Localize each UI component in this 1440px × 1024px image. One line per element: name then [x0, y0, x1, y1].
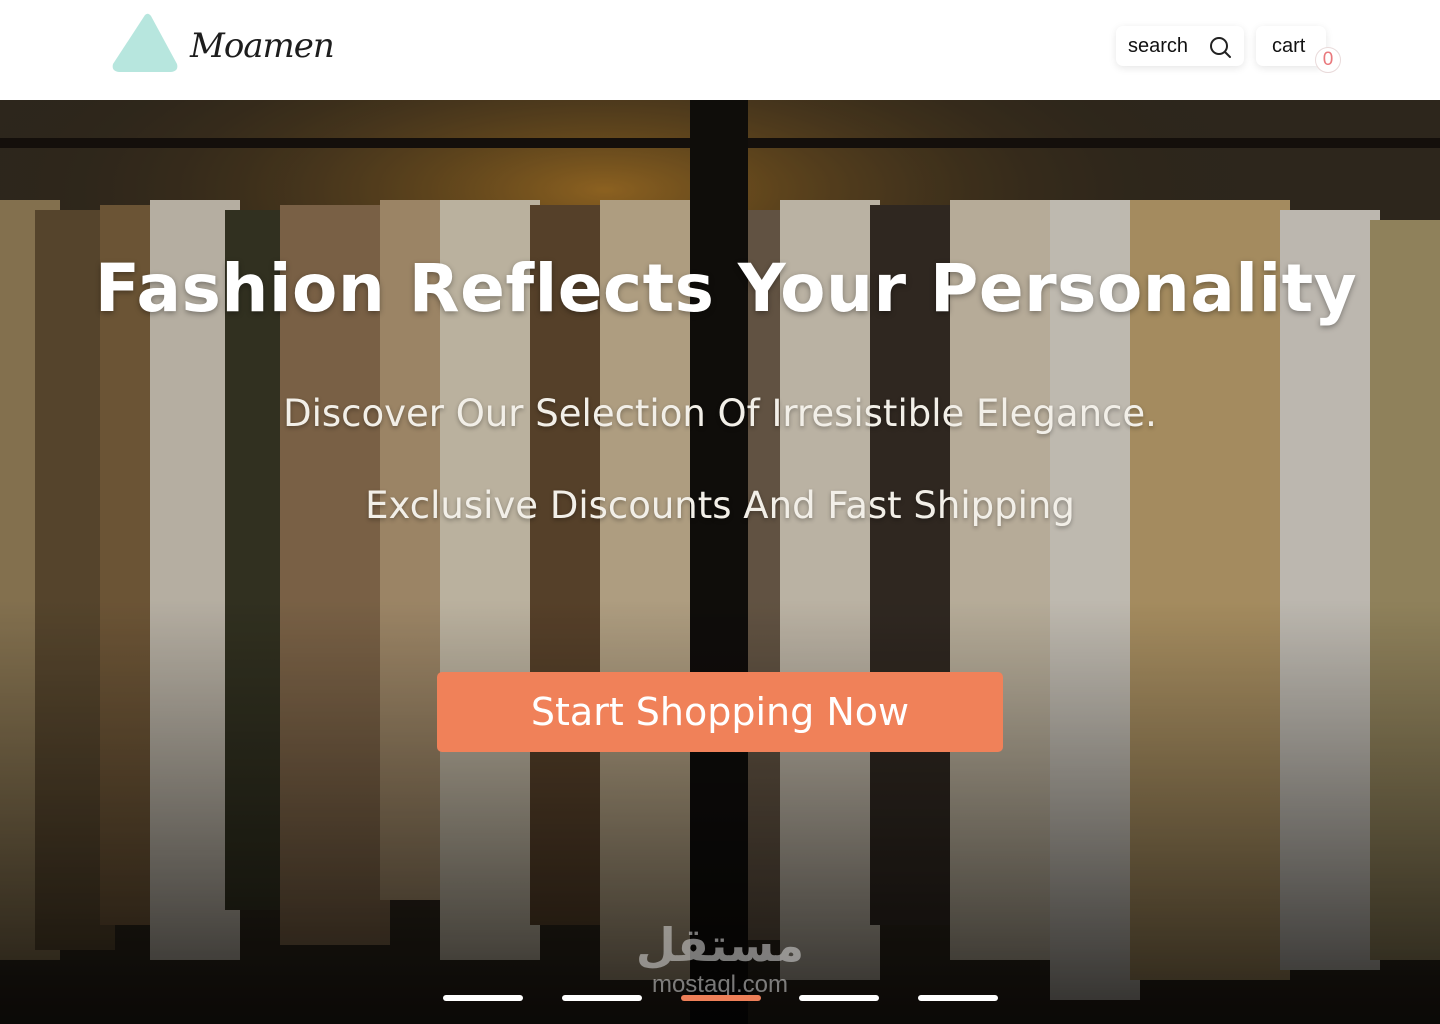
slider-dot-2[interactable]: [562, 995, 642, 1001]
search-icon: [1210, 37, 1231, 58]
site-header: Moamen search cart 0: [0, 0, 1440, 100]
slider-dot-4[interactable]: [799, 995, 879, 1001]
slider-indicators: [443, 995, 1003, 1001]
slider-dot-1[interactable]: [443, 995, 523, 1001]
watermark-arabic: مستقل: [635, 918, 805, 972]
search-label: search: [1128, 34, 1189, 57]
hero-overlay: [0, 100, 1440, 1024]
brand-name[interactable]: Moamen: [190, 26, 335, 66]
cart-label: cart: [1272, 34, 1306, 57]
slider-dot-5[interactable]: [918, 995, 998, 1001]
triangle-logo-icon[interactable]: [111, 12, 179, 73]
start-shopping-button[interactable]: Start Shopping Now: [437, 672, 1003, 752]
hero-subtitle-1: Discover Our Selection Of Irresistible E…: [283, 392, 1157, 435]
cart-count-badge: 0: [1315, 47, 1341, 73]
hero-banner: Fashion Reflects Your Personality Discov…: [0, 100, 1440, 1024]
hero-title: Fashion Reflects Your Personality: [94, 250, 1358, 327]
watermark-logo: مستقل mostaql.com: [630, 918, 810, 1018]
hero-subtitle-2: Exclusive Discounts And Fast Shipping: [365, 484, 1075, 527]
slider-dot-3[interactable]: [681, 995, 761, 1001]
search-button[interactable]: search: [1116, 26, 1244, 66]
